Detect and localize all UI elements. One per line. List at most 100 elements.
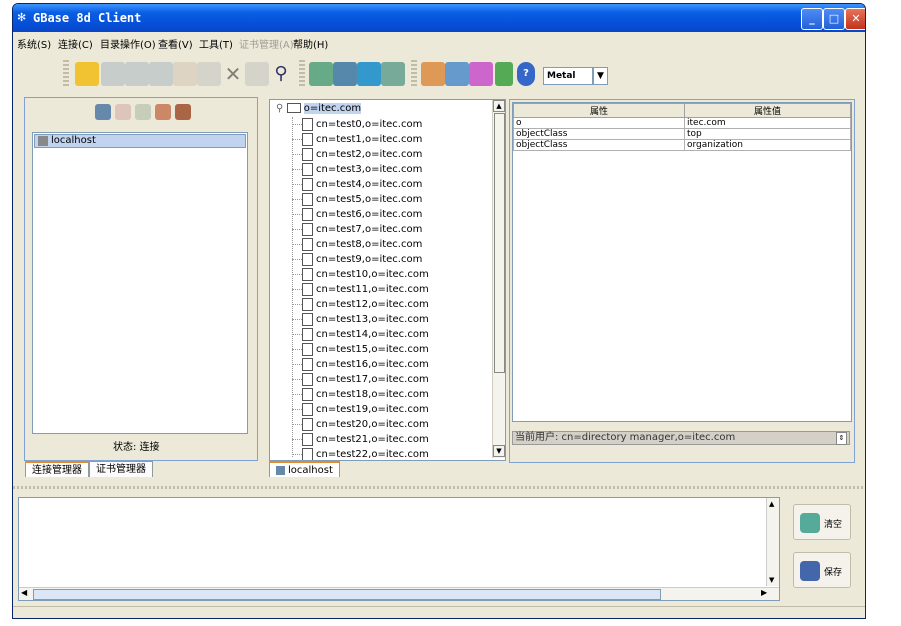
connect-icon[interactable] [155,104,171,120]
document-icon [302,403,313,416]
sync-icon[interactable] [333,62,357,86]
scroll-right-icon[interactable]: ▶ [761,588,767,597]
document-icon [302,448,313,460]
list-item[interactable]: localhost [34,134,246,148]
spinner-icon[interactable]: ⇕ [836,432,847,445]
properties-table-area: 属性 属性值 o itec.com objectClass top objectCl… [512,102,852,422]
menu-connect[interactable]: 连接(C) [58,36,93,51]
network-icon[interactable] [309,62,333,86]
log-vscrollbar[interactable]: ▲ ▼ [766,498,779,586]
cert-icon[interactable] [101,62,125,86]
scroll-up-icon[interactable]: ▲ [493,100,505,112]
schema-icon[interactable] [381,62,405,86]
folder-icon [286,103,301,113]
toolbar-grip-3[interactable] [411,60,417,88]
tree-root[interactable]: ⚲ o=itec.com [276,103,362,114]
tree-scrollbar[interactable]: ▲ ▼ [492,100,505,458]
delete-icon[interactable]: ✕ [221,62,245,86]
tree-node-label: cn=test15,o=itec.com [316,344,429,355]
scroll-down-icon[interactable]: ▼ [769,576,774,584]
recycle-icon [800,513,820,533]
open-folder-icon[interactable] [75,62,99,86]
save-button[interactable]: 保存 [793,552,851,588]
log-area[interactable]: ◀ ▶ ▲ ▼ [18,497,780,601]
cell-value[interactable]: top [684,128,851,140]
scroll-up-icon[interactable]: ▲ [769,500,774,508]
clear-button[interactable]: 清空 [793,504,851,540]
look-and-feel-select[interactable]: Metal [543,67,593,85]
tab-cert-manager[interactable]: 证书管理器 [89,461,153,477]
refresh-icon[interactable] [495,62,513,86]
edit-icon[interactable] [245,62,269,86]
disconnect-icon[interactable] [175,104,191,120]
table-row[interactable]: objectClass top [513,128,851,140]
tree-node-label: cn=test10,o=itec.com [316,269,429,280]
search-icon[interactable]: ⚲ [269,62,293,86]
edit-connection-icon[interactable] [135,104,151,120]
menu-directory-ops[interactable]: 目录操作(O) [100,36,156,51]
close-icon[interactable]: ✕ [845,8,865,30]
cell-value[interactable]: organization [684,139,851,151]
tree-node-label: cn=test11,o=itec.com [316,284,429,295]
document-icon [302,388,313,401]
tree-connector [292,364,302,365]
table-row[interactable]: objectClass organization [513,139,851,151]
export-icon[interactable] [125,62,149,86]
tree-node-label: cn=test22,o=itec.com [316,449,429,460]
key-icon[interactable] [469,62,493,86]
properties-table: 属性 属性值 o itec.com objectClass top objectCl… [513,103,851,151]
tree-toggle-icon[interactable]: ⚲ [276,103,283,114]
maximize-icon[interactable]: □ [823,8,845,30]
tab-localhost[interactable]: localhost [269,461,340,477]
document-icon[interactable] [197,62,221,86]
app-icon[interactable]: ✻ [17,11,31,25]
cell-attr[interactable]: objectClass [513,139,685,151]
document-icon [302,418,313,431]
scroll-left-icon[interactable]: ◀ [21,588,27,597]
col-attribute[interactable]: 属性 [513,103,685,118]
toolbar-grip-2[interactable] [299,60,305,88]
window-icon[interactable] [357,62,381,86]
new-connection-icon[interactable] [95,104,111,120]
menu-system[interactable]: 系统(S) [17,36,51,51]
scroll-down-icon[interactable]: ▼ [493,445,505,457]
tree-node-label: cn=test2,o=itec.com [316,149,423,160]
split-divider[interactable] [13,486,865,489]
tools-icon[interactable] [421,62,445,86]
help-icon[interactable]: ? [517,62,535,86]
scroll-thumb[interactable] [494,113,505,373]
tab-connection-manager[interactable]: 连接管理器 [25,461,89,477]
document-icon [302,193,313,206]
table-row[interactable]: o itec.com [513,117,851,129]
menu-help[interactable]: 帮助(H) [293,36,328,51]
cell-value[interactable]: itec.com [684,117,851,129]
tree-connector [292,214,302,215]
document-icon [302,163,313,176]
db-icon[interactable] [149,62,173,86]
menu-tools[interactable]: 工具(T) [199,36,233,51]
globe-icon[interactable] [445,62,469,86]
window-title: GBase 8d Client [33,11,142,25]
toolbar-grip[interactable] [63,60,69,88]
scroll-thumb[interactable] [33,589,661,600]
minimize-icon[interactable]: _ [801,8,823,30]
folder-icon[interactable] [173,62,197,86]
document-icon [302,223,313,236]
tree-node-label: cn=test6,o=itec.com [316,209,423,220]
connection-status: 状态: 连接 [113,442,160,453]
menu-cert-mgmt[interactable]: 证书管理(A) [239,36,294,51]
title-bar[interactable]: ✻ GBase 8d Client _ □ ✕ [13,4,865,32]
save-icon [800,561,820,581]
tree-node-label: cn=test13,o=itec.com [316,314,429,325]
col-value[interactable]: 属性值 [684,103,851,118]
cell-attr[interactable]: o [513,117,685,129]
remove-connection-icon[interactable] [115,104,131,120]
document-icon [302,238,313,251]
menu-view[interactable]: 查看(V) [158,36,193,51]
tree-connector [292,319,302,320]
cell-attr[interactable]: objectClass [513,128,685,140]
tree-node-label: cn=test17,o=itec.com [316,374,429,385]
document-icon [302,358,313,371]
log-hscrollbar[interactable]: ◀ ▶ [19,587,779,600]
chevron-down-icon[interactable]: ▼ [593,67,608,85]
